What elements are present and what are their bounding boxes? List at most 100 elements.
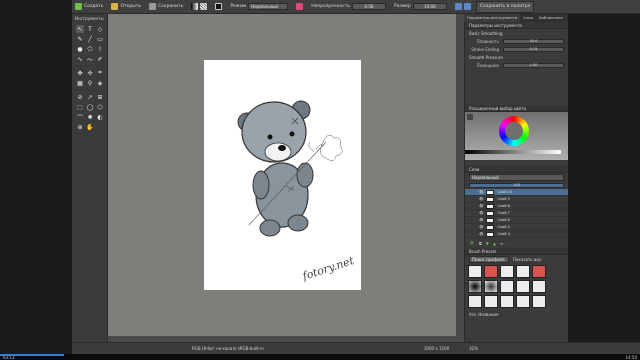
size-control[interactable]: Размер 10.00 [391, 1, 450, 13]
brush-preset[interactable] [516, 295, 530, 308]
brush-preset[interactable] [484, 265, 498, 278]
freehand-path-tool[interactable]: 〜 [86, 55, 94, 64]
brush-preset[interactable] [532, 295, 546, 308]
select-shapes-tool[interactable]: ↖ [76, 25, 84, 33]
tab-library[interactable]: Библиотека [536, 14, 566, 22]
edit-shapes-tool[interactable]: ◇ [96, 25, 104, 33]
brush-tool[interactable]: ✎ [76, 35, 84, 43]
polyline-tool[interactable]: ⌇ [96, 45, 104, 53]
brush-preset[interactable] [468, 280, 482, 293]
visibility-icon[interactable]: 👁 [479, 225, 483, 229]
visibility-icon[interactable]: 👁 [479, 204, 483, 208]
layer-row[interactable]: 👁 Слой 9 [465, 196, 568, 203]
brush-preset[interactable] [468, 265, 482, 278]
brush-filter-row[interactable]: Поиск профиля Показать вср [465, 255, 568, 263]
move-down-icon[interactable]: ▼ [486, 241, 489, 246]
transform-tool[interactable]: ✥ [76, 69, 84, 77]
gradient-tool[interactable]: ▦ [76, 79, 84, 87]
layer-row[interactable]: 👁 Слой 5 [465, 224, 568, 231]
saturation-triangle[interactable] [505, 122, 523, 140]
outline-select-tool[interactable]: ⌒ [76, 113, 84, 122]
color-selector[interactable] [465, 112, 568, 160]
save-button[interactable]: Сохранить [146, 1, 186, 13]
open-button[interactable]: Открыть [108, 1, 144, 13]
ellipse-select-tool[interactable]: ◯ [86, 103, 94, 111]
visibility-icon[interactable]: 👁 [479, 232, 483, 236]
vertical-scrollbar[interactable] [456, 14, 464, 336]
visibility-icon[interactable]: 👁 [479, 190, 483, 194]
mirror-tools[interactable] [452, 1, 474, 13]
create-button[interactable]: Создать [72, 1, 106, 13]
rect-select-tool[interactable]: ⬚ [76, 103, 84, 111]
gradient-selector[interactable] [188, 1, 210, 13]
stroke-ending-slider[interactable]: 0.15 [503, 46, 564, 52]
pan-tool[interactable]: ✋ [86, 123, 94, 131]
blend-mode-dropdown[interactable]: Режим Нормальный [227, 1, 291, 13]
basic-smoothing-row[interactable]: Basic Smoothing [465, 29, 568, 37]
color-picker-tool[interactable]: ⚲ [86, 79, 94, 87]
similar-select-tool[interactable]: ◐ [96, 113, 104, 121]
brush-preset[interactable] [484, 280, 498, 293]
move-tool[interactable]: ✣ [86, 69, 94, 77]
measure-tool[interactable]: ↗ [86, 93, 94, 101]
tab-layers[interactable]: Слои [520, 14, 536, 22]
brush-preset[interactable] [516, 265, 530, 278]
image-dimensions: 1000 x 1500 [423, 346, 450, 351]
opacity-control[interactable]: Непрозрачность 0.56 [308, 1, 389, 13]
brush-preset[interactable] [500, 295, 514, 308]
brush-preset[interactable] [484, 295, 498, 308]
bezier-tool[interactable]: ∿ [76, 55, 84, 63]
stroke-ending-row[interactable]: Stroke Ending 0.15 [465, 45, 568, 53]
docker-tabs: Параметры инструмента Слои Библиотека [464, 14, 568, 22]
fill-tool[interactable]: ◈ [96, 79, 104, 87]
layer-row[interactable]: 👁 Слой 7 [465, 210, 568, 217]
document-canvas[interactable]: fotory.net [204, 60, 361, 290]
value-slider[interactable] [465, 150, 561, 154]
brush-preset[interactable] [500, 265, 514, 278]
line-tool[interactable]: ╱ [86, 35, 94, 43]
delete-layer-icon[interactable]: — [507, 241, 511, 246]
assistant-tool[interactable]: ⊘ [76, 93, 84, 101]
color-settings-icon[interactable] [467, 114, 473, 120]
layer-row[interactable]: 👁 Слой 4 [465, 231, 568, 238]
brush-preset[interactable] [516, 280, 530, 293]
zoom-tool[interactable]: ⊕ [76, 123, 84, 131]
polygon-tool[interactable]: ⬠ [86, 45, 94, 53]
assistant-row[interactable]: Помощник 1.00 [465, 61, 568, 69]
brush-preset[interactable] [532, 280, 546, 293]
save-to-palette-button[interactable]: Сохранить в палитре [475, 0, 535, 13]
duplicate-layer-icon[interactable]: ⧉ [479, 241, 482, 246]
video-progress[interactable] [0, 354, 64, 356]
brush-preset[interactable] [532, 265, 546, 278]
layer-opacity-row[interactable]: 100 [465, 181, 568, 189]
brush-tag-row[interactable]: Ara. Названия [465, 310, 568, 318]
reference-tool[interactable]: ⊞ [96, 93, 104, 101]
rectangle-tool[interactable]: ▭ [96, 35, 104, 43]
eraser-toggle[interactable] [293, 1, 306, 13]
smoothness-slider[interactable]: 50.0 [503, 38, 564, 44]
polygon-select-tool[interactable]: ⬡ [96, 103, 104, 111]
layer-row[interactable]: 👁 Слой 10 [465, 189, 568, 196]
color-swap-button[interactable] [212, 1, 225, 13]
add-layer-icon[interactable]: + [469, 239, 475, 247]
layer-row[interactable]: 👁 Слой 8 [465, 203, 568, 210]
dynamic-brush-tool[interactable]: ✐ [96, 55, 104, 63]
contiguous-select-tool[interactable]: ✺ [86, 113, 94, 121]
brush-preset[interactable] [500, 280, 514, 293]
ellipse-tool[interactable]: ● [76, 45, 84, 53]
zoom-level[interactable]: 32% [469, 346, 478, 351]
assistant-slider[interactable]: 1.00 [503, 62, 564, 68]
smooth-pressure-row[interactable]: Smooth Pressure [465, 53, 568, 61]
brush-preset[interactable] [468, 295, 482, 308]
text-tool[interactable]: T [86, 25, 94, 33]
smoothness-row[interactable]: Плавность 50.0 [465, 37, 568, 45]
visibility-icon[interactable]: 👁 [479, 211, 483, 215]
visibility-icon[interactable]: 👁 [479, 197, 483, 201]
crop-tool[interactable]: ⌗ [96, 69, 104, 77]
layer-properties-icon[interactable]: ≡ [500, 241, 503, 246]
layer-blend-row[interactable]: Нормальный [465, 173, 568, 181]
move-up-icon[interactable]: ▲ [493, 241, 496, 246]
visibility-icon[interactable]: 👁 [479, 218, 483, 222]
layer-row[interactable]: 👁 Слой 6 [465, 217, 568, 224]
tab-tool-options[interactable]: Параметры инструмента [464, 14, 521, 22]
